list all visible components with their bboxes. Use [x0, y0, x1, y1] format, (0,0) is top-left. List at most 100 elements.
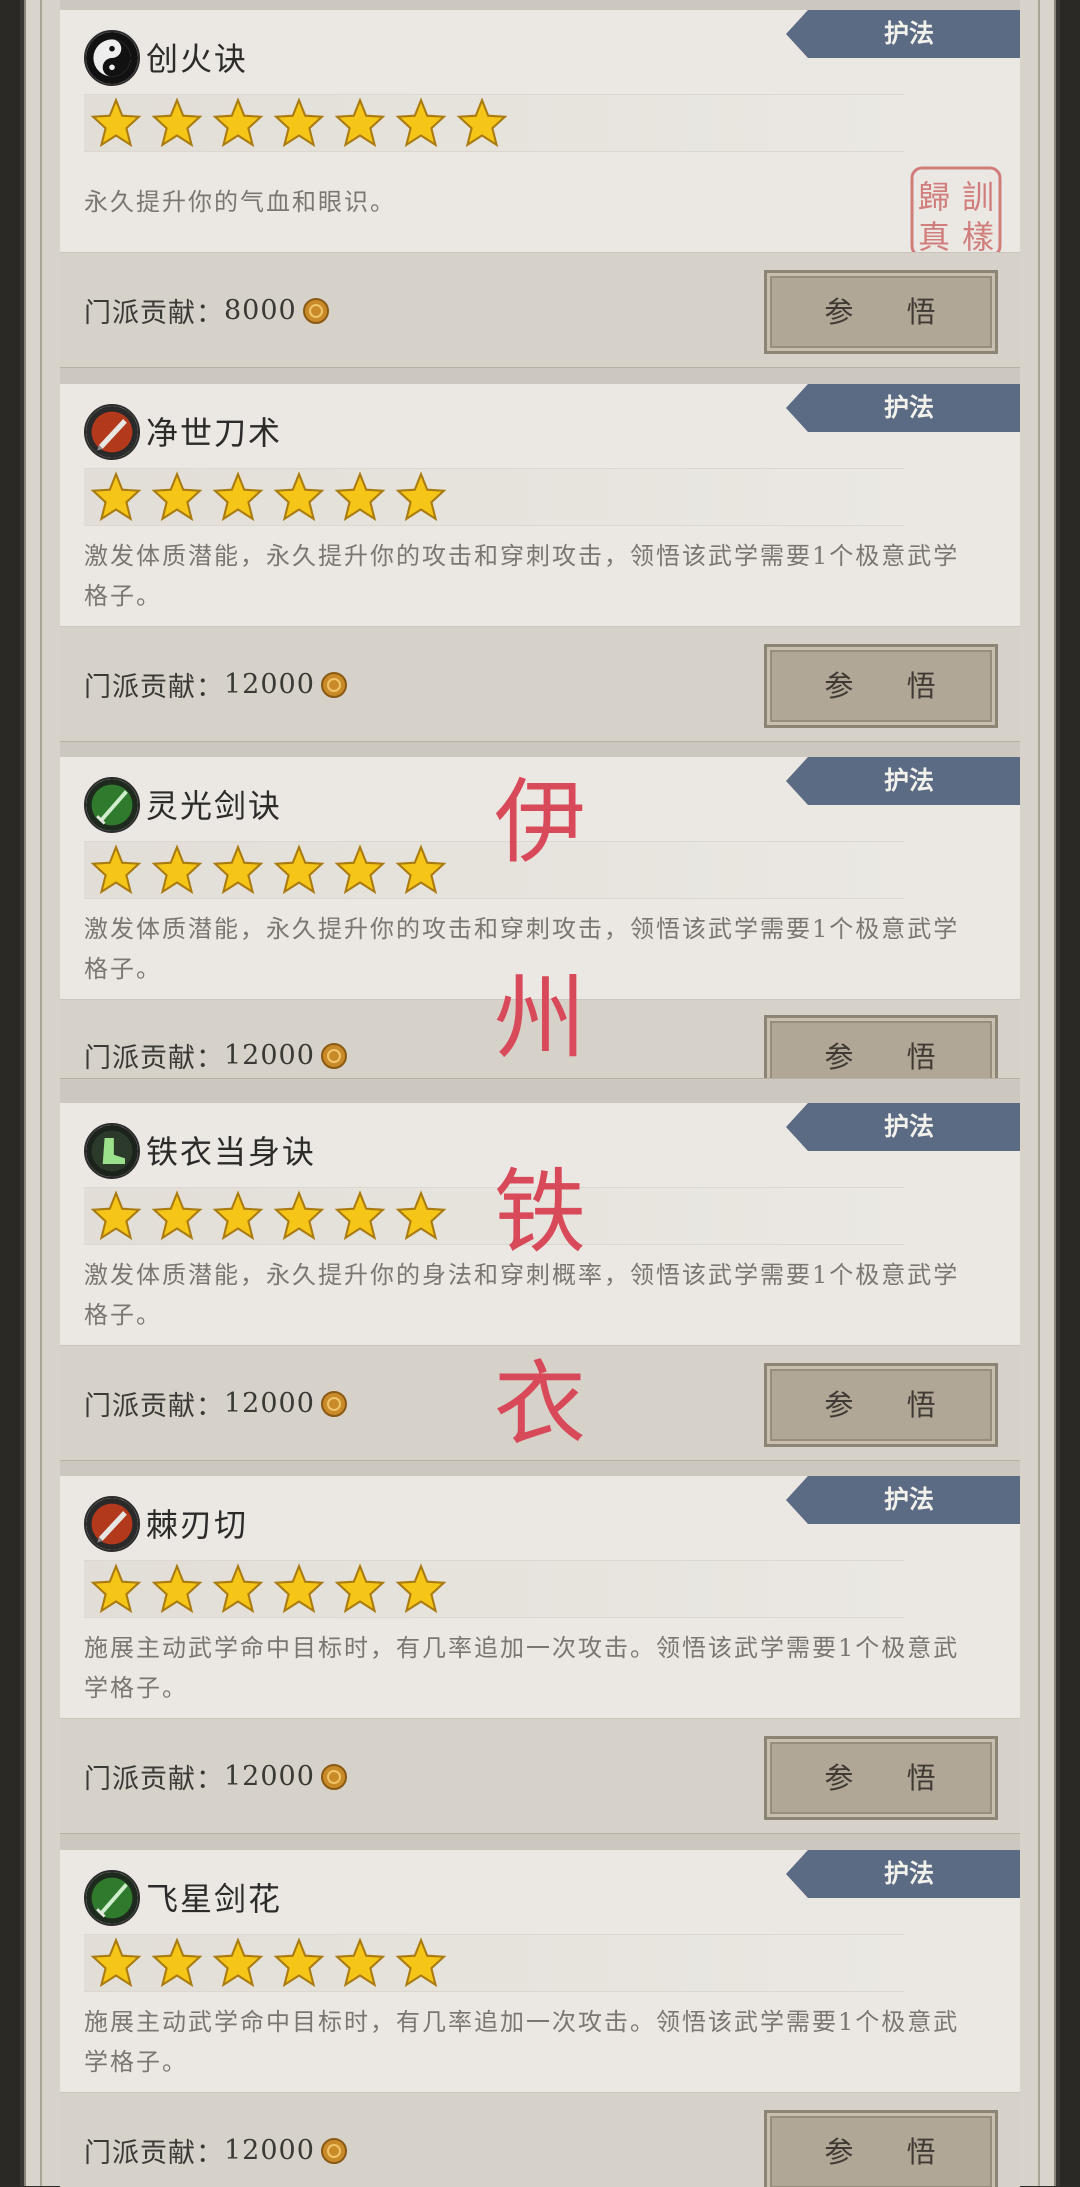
guardian-badge: 护法 [786, 1103, 1020, 1151]
star-icon [273, 97, 325, 148]
star-icon [90, 471, 142, 522]
star-icon [334, 1563, 386, 1614]
star-icon [456, 97, 508, 148]
guardian-badge: 护法 [786, 384, 1020, 432]
comprehend-button[interactable]: 参 悟 [764, 270, 998, 354]
guardian-badge: 护法 [786, 757, 1020, 805]
skill-description: 施展主动武学命中目标时，有几率追加一次攻击。领悟该武学需要1个极意武学格子。 [84, 2008, 960, 2076]
sword-icon [84, 1870, 140, 1926]
cost-label: 门派贡献： [84, 298, 224, 329]
star-icon [151, 97, 203, 148]
star-icon [395, 471, 447, 522]
cost-value: 12000 [224, 2135, 315, 2166]
comprehend-button[interactable]: 参 悟 [764, 1736, 998, 1820]
star-icon [212, 1190, 264, 1241]
star-icon [212, 1937, 264, 1988]
star-rating [84, 94, 904, 152]
sect-contribution-cost: 门派贡献： 8000 [84, 291, 329, 330]
coin-icon [302, 297, 329, 324]
coin-icon [320, 1763, 347, 1790]
blade-icon [84, 404, 140, 460]
skill-name: 创火诀 [146, 40, 249, 78]
coin-icon [320, 671, 347, 698]
star-icon [334, 97, 386, 148]
comprehend-button[interactable]: 参 悟 [764, 644, 998, 728]
right-frame [1020, 0, 1080, 2186]
star-icon [334, 1190, 386, 1241]
skill-name: 灵光剑诀 [146, 787, 283, 825]
overlay-char: 州 [494, 965, 587, 1072]
star-icon [334, 471, 386, 522]
sect-contribution-cost: 门派贡献： 12000 [84, 1757, 347, 1796]
star-icon [334, 1937, 386, 1988]
star-icon [212, 97, 264, 148]
skill-card: 护法 净世刀术 激发体质潜能，永久提升你的攻击和穿刺攻击，领悟该武学需要1个极意… [60, 384, 1020, 741]
star-icon [273, 1563, 325, 1614]
skill-card: 护法 创火诀 永久提升你的气血和眼识。 歸 訓 真 樣 门派贡献： 8000 参… [60, 10, 1020, 367]
star-rating [84, 1560, 904, 1618]
guardian-badge: 护法 [786, 1476, 1020, 1524]
sect-contribution-cost: 门派贡献： 12000 [84, 2131, 347, 2170]
star-icon [273, 844, 325, 895]
skill-name: 铁衣当身诀 [146, 1133, 317, 1171]
star-icon [151, 1190, 203, 1241]
sect-contribution-cost: 门派贡献： 12000 [84, 665, 347, 704]
star-icon [273, 1937, 325, 1988]
coin-icon [320, 1390, 347, 1417]
cost-value: 12000 [224, 669, 315, 700]
skill-card: 护法 飞星剑花 施展主动武学命中目标时，有几率追加一次攻击。领悟该武学需要1个极… [60, 1850, 1020, 2187]
skill-description: 激发体质潜能，永久提升你的攻击和穿刺攻击，领悟该武学需要1个极意武学格子。 [84, 542, 960, 610]
star-icon [334, 844, 386, 895]
star-icon [395, 844, 447, 895]
cost-label: 门派贡献： [84, 2138, 224, 2169]
star-icon [151, 844, 203, 895]
comprehend-button[interactable]: 参 悟 [764, 1015, 998, 1078]
star-icon [273, 471, 325, 522]
overlay-char: 伊 [494, 769, 587, 876]
cost-value: 12000 [224, 1040, 315, 1071]
star-icon [151, 471, 203, 522]
skill-name: 净世刀术 [146, 414, 283, 452]
cost-value: 12000 [224, 1761, 315, 1792]
star-icon [212, 471, 264, 522]
star-icon [395, 1937, 447, 1988]
coin-icon [320, 1042, 347, 1069]
skill-name: 棘刃切 [146, 1506, 249, 1544]
comprehend-button[interactable]: 参 悟 [764, 2110, 998, 2187]
skill-description: 施展主动武学命中目标时，有几率追加一次攻击。领悟该武学需要1个极意武学格子。 [84, 1634, 960, 1702]
star-icon [90, 1190, 142, 1241]
overlay-char: 铁 [494, 1159, 587, 1266]
overlay-char: 衣 [494, 1351, 587, 1458]
skill-description: 永久提升你的气血和眼识。 [84, 188, 396, 216]
star-icon [212, 1563, 264, 1614]
sect-contribution-cost: 门派贡献： 12000 [84, 1036, 347, 1075]
svg-text:訓: 訓 [962, 178, 994, 216]
skill-card: 护法 棘刃切 施展主动武学命中目标时，有几率追加一次攻击。领悟该武学需要1个极意… [60, 1476, 1020, 1833]
skill-list: 护法 创火诀 永久提升你的气血和眼识。 歸 訓 真 樣 门派贡献： 8000 参… [60, 0, 1020, 2187]
cost-label: 门派贡献： [84, 1391, 224, 1422]
star-icon [395, 1563, 447, 1614]
star-icon [212, 844, 264, 895]
coin-icon [320, 2137, 347, 2164]
guardian-badge: 护法 [786, 1850, 1020, 1898]
skill-name: 飞星剑花 [146, 1880, 283, 1918]
cost-value: 8000 [224, 295, 297, 326]
sect-contribution-cost: 门派贡献： 12000 [84, 1384, 347, 1423]
star-icon [90, 1937, 142, 1988]
sword-icon [84, 777, 140, 833]
star-icon [151, 1563, 203, 1614]
guardian-badge: 护法 [786, 10, 1020, 58]
star-icon [395, 1190, 447, 1241]
star-icon [395, 97, 447, 148]
seal-stamp: 歸 訓 真 樣 [910, 166, 1002, 258]
left-frame [0, 0, 60, 2186]
yin-yang-icon [84, 30, 140, 86]
cost-label: 门派贡献： [84, 672, 224, 703]
svg-text:樣: 樣 [962, 218, 994, 256]
comprehend-button[interactable]: 参 悟 [764, 1363, 998, 1447]
blade-icon [84, 1496, 140, 1552]
star-icon [151, 1937, 203, 1988]
cost-value: 12000 [224, 1388, 315, 1419]
star-icon [90, 844, 142, 895]
cost-label: 门派贡献： [84, 1764, 224, 1795]
